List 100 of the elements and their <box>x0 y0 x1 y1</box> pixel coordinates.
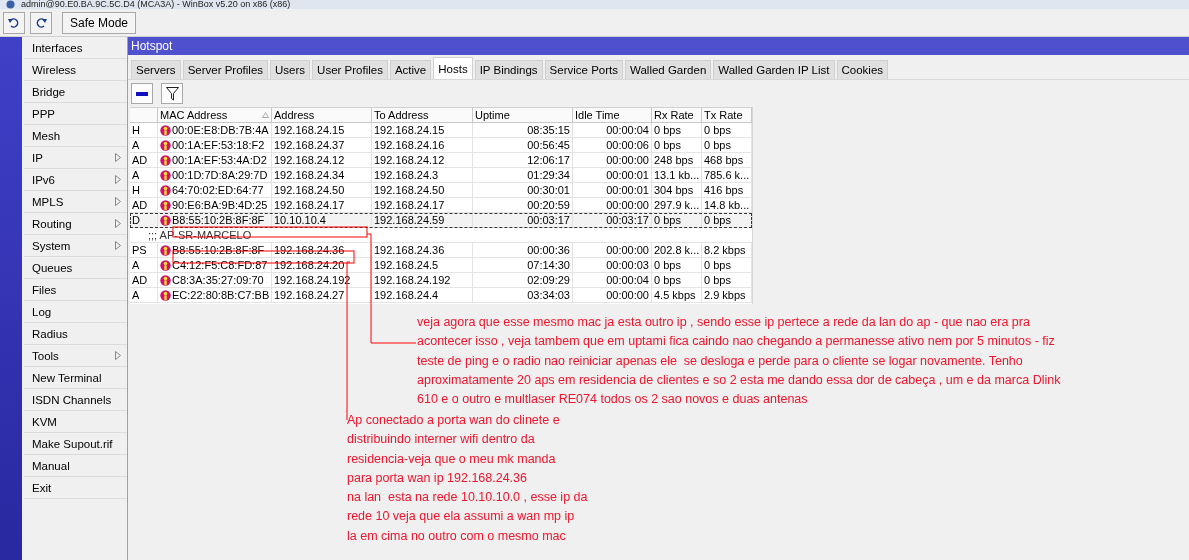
tab[interactable]: IP Bindings <box>474 60 543 79</box>
table-cell: 416 bps <box>704 184 744 196</box>
tab[interactable]: Servers <box>131 60 181 79</box>
tab[interactable]: Walled Garden IP List <box>713 60 835 79</box>
safe-mode-button[interactable]: Safe Mode <box>62 11 137 34</box>
tab[interactable]: Hosts <box>433 57 473 79</box>
user-icon <box>160 259 171 271</box>
menu-item[interactable]: System <box>32 239 71 252</box>
app-icon <box>6 0 15 9</box>
menu-item[interactable]: Radius <box>32 327 68 340</box>
user-icon <box>160 214 171 226</box>
table-cell: 0 bps <box>654 124 681 136</box>
table-cell: PS <box>132 244 147 256</box>
table-cell: 0 bps <box>704 274 731 286</box>
table-cell: 192.168.24.3 <box>374 169 439 181</box>
menu-item[interactable]: Files <box>32 283 57 296</box>
table-cell: 02:09:29 <box>527 274 570 286</box>
tab[interactable]: Users <box>270 60 311 79</box>
table-cell: 00:00:00 <box>606 244 649 256</box>
menu-item[interactable]: KVM <box>32 415 57 428</box>
table-cell: 192.168.24.17 <box>374 199 445 211</box>
table-cell: 192.168.24.12 <box>274 154 345 166</box>
menu-item[interactable]: IPv6 <box>32 173 55 186</box>
user-icon <box>160 184 171 196</box>
table-cell: 03:34:03 <box>527 289 570 301</box>
table-cell: 304 bps <box>654 184 694 196</box>
table-cell: 00:30:01 <box>527 184 570 196</box>
user-icon <box>160 199 171 211</box>
table-cell: 00:00:04 <box>606 124 649 136</box>
column-header[interactable]: Uptime <box>475 109 510 121</box>
table-cell: 0 bps <box>654 214 681 226</box>
column-header[interactable]: Rx Rate <box>654 109 694 121</box>
table-cell: 0 bps <box>704 124 731 136</box>
tab[interactable]: Server Profiles <box>182 60 269 79</box>
table-cell: 192.168.24.16 <box>374 139 445 151</box>
menu-item[interactable]: Log <box>32 305 52 318</box>
column-header[interactable]: Address <box>274 109 315 121</box>
annotation-text: veja agora que esse mesmo mac ja esta outro ip , sendo esse ip pertece a rede da lan do ap - que nao era pra acontecer isso , veja tambem que em uptami fica caindo nao chegando a permanesse ativo nem por 5 minutos - fiz teste de ping e o radio nao reiniciar apenas ele se desloga e perde para o cliente se logar novamente. Tenho aproximatamente 20 aps em residencia de clientes e so 2 esta me dando essa dor de cabeça , um e da marca Dlink 610 e o outro e multlaser RE074 todos os 2 sao novos e duas antenas <box>417 314 1061 409</box>
table-cell: 00:1A:EF:53:18:F2 <box>172 139 265 151</box>
menu-item[interactable]: Manual <box>32 459 70 472</box>
menu-item[interactable]: Routing <box>32 217 72 230</box>
menu-item[interactable]: PPP <box>32 107 55 120</box>
table-cell: 0 bps <box>704 259 731 271</box>
remove-button[interactable] <box>131 83 153 104</box>
table-cell: 00:00:04 <box>606 274 649 286</box>
column-header[interactable]: MAC Address <box>160 109 228 121</box>
table-cell: A <box>132 259 140 271</box>
table-cell: 192.168.24.37 <box>274 139 345 151</box>
menu-item[interactable]: Make Supout.rif <box>32 437 113 450</box>
table-cell: EC:22:80:8B:C7:BB <box>172 289 270 301</box>
tab[interactable]: Service Ports <box>544 60 623 79</box>
table-cell: B8:55:10:2B:8F:8F <box>172 214 265 226</box>
table-cell: 00:1D:7D:8A:29:7D <box>172 169 268 181</box>
table-cell: 0 bps <box>654 274 681 286</box>
table-cell: 64:70:02:ED:64:77 <box>172 184 264 196</box>
table-cell: 00:03:17 <box>606 214 649 226</box>
column-header[interactable]: To Address <box>374 109 429 121</box>
menu-item[interactable]: Mesh <box>32 129 61 142</box>
tab[interactable]: User Profiles <box>312 60 388 79</box>
filter-icon <box>165 86 179 101</box>
user-icon <box>160 289 171 301</box>
table-cell: 192.168.24.4 <box>374 289 439 301</box>
menu-item[interactable]: ISDN Channels <box>32 393 112 406</box>
table-cell: 192.168.24.50 <box>374 184 445 196</box>
table-cell: 00:00:00 <box>606 154 649 166</box>
tab[interactable]: Walled Garden <box>625 60 712 79</box>
column-header[interactable]: Idle Time <box>575 109 620 121</box>
filter-button[interactable] <box>161 83 183 104</box>
menu-item[interactable]: New Terminal <box>32 371 102 384</box>
table-cell: H <box>132 184 140 196</box>
menu-item[interactable]: Interfaces <box>32 41 83 54</box>
table-cell: 192.168.24.34 <box>274 169 345 181</box>
table-cell: 13.1 kb... <box>654 169 700 181</box>
table-cell: 192.168.24.50 <box>274 184 345 196</box>
table-cell: 2.9 kbps <box>704 289 746 301</box>
redo-button[interactable] <box>30 11 52 34</box>
menu-item[interactable]: Wireless <box>32 63 77 76</box>
menu-item[interactable]: IP <box>32 151 43 164</box>
undo-button[interactable] <box>3 11 25 34</box>
table-cell: 00:03:17 <box>527 214 570 226</box>
table-cell: 192.168.24.36 <box>274 244 345 256</box>
table-cell: AD <box>132 154 148 166</box>
table-cell: 90:E6:BA:9B:4D:25 <box>172 199 268 211</box>
table-cell: 785.6 k... <box>704 169 750 181</box>
menu-item[interactable]: Queues <box>32 261 73 274</box>
table-cell: 00:00:00 <box>606 199 649 211</box>
table-cell: H <box>132 124 140 136</box>
table-cell: 07:14:30 <box>527 259 570 271</box>
table-cell: 00:00:01 <box>606 169 649 181</box>
menu-item[interactable]: Tools <box>32 349 59 362</box>
table-cell: AD <box>132 199 148 211</box>
column-header[interactable]: Tx Rate <box>704 109 743 121</box>
tab[interactable]: Active <box>389 60 432 79</box>
menu-item[interactable]: Bridge <box>32 85 66 98</box>
table-cell: 00:0E:E8:DB:7B:4A <box>172 124 269 136</box>
menu-item[interactable]: Exit <box>32 481 52 494</box>
table-cell: 00:00:01 <box>606 184 649 196</box>
menu-item[interactable]: MPLS <box>32 195 64 208</box>
tab[interactable]: Cookies <box>836 60 889 79</box>
undo-icon <box>8 17 20 28</box>
